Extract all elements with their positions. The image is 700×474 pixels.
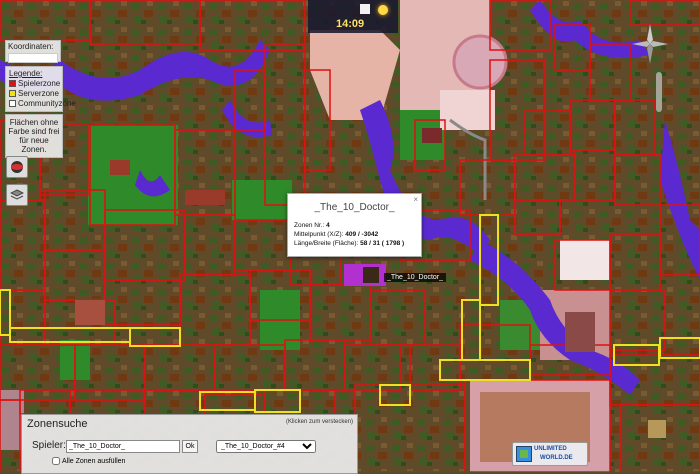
sun-icon bbox=[378, 5, 388, 15]
unlimitedworld-logo[interactable]: UNLIMITED WORLD.DE bbox=[512, 442, 588, 466]
legend-swatch-server-zone bbox=[9, 90, 16, 98]
close-icon[interactable]: × bbox=[413, 195, 418, 204]
zone-center-label: Mittelpunkt (X/Z): bbox=[294, 231, 344, 238]
free-area-hint: Flächen ohne Farbe sind frei für neue Zo… bbox=[5, 114, 63, 158]
legend-swatch-community-zone bbox=[9, 100, 16, 108]
player-marker[interactable]: _The_10_Doctor_ bbox=[344, 264, 447, 286]
player-label: Spieler: bbox=[32, 440, 66, 451]
zone-size-label: Länge/Breite (Fläche): bbox=[294, 240, 359, 247]
legend-label-player-zone: Spielerzone bbox=[18, 79, 61, 88]
coordinates-value bbox=[8, 53, 58, 63]
fill-all-zones-label: Alle Zonen ausfüllen bbox=[62, 457, 126, 465]
legend-item-player-zone: Spielerzone bbox=[9, 79, 61, 89]
zone-number-row: Zonen Nr.: 4 bbox=[294, 221, 415, 230]
logo-text-line2: WORLD.DE bbox=[540, 455, 573, 461]
fill-all-zones-option[interactable]: Alle Zonen ausfüllen bbox=[52, 457, 125, 465]
legend-swatch-player-zone bbox=[9, 80, 16, 88]
zone-size-row: Länge/Breite (Fläche): 58 / 31 ( 1798 ) bbox=[294, 239, 415, 248]
zone-select[interactable]: _The_10_Doctor_#4 bbox=[216, 440, 316, 453]
zone-search-hide-hint[interactable]: (Klicken zum verstecken) bbox=[286, 419, 353, 425]
zone-info-popup: × _The_10_Doctor_ Zonen Nr.: 4 Mittelpun… bbox=[287, 193, 422, 257]
player-marker-name: _The_10_Doctor_ bbox=[384, 273, 447, 282]
legend-item-community-zone: Communityzone bbox=[9, 99, 76, 109]
ok-button[interactable]: Ok bbox=[182, 440, 198, 453]
zoom-slider[interactable] bbox=[656, 72, 662, 112]
zone-overlay-toggle-button[interactable] bbox=[6, 156, 28, 178]
player-head-icon bbox=[363, 267, 379, 283]
zone-owner-name: _The_10_Doctor_ bbox=[314, 202, 395, 213]
legend-panel: Legende: Spielerzone Serverzone Communit… bbox=[5, 66, 76, 112]
fill-all-zones-checkbox[interactable] bbox=[52, 457, 60, 465]
clock-time: 14:09 bbox=[336, 18, 365, 30]
moon-icon bbox=[360, 4, 370, 14]
legend-label-server-zone: Serverzone bbox=[18, 89, 59, 98]
zones-icon bbox=[11, 161, 23, 173]
legend-title: Legende: bbox=[9, 69, 43, 78]
zone-size-value: 58 / 31 ( 1798 ) bbox=[360, 240, 405, 247]
zone-center-row: Mittelpunkt (X/Z): 409 / -3042 bbox=[294, 230, 415, 239]
player-input[interactable] bbox=[66, 440, 180, 453]
zone-number-value: 4 bbox=[326, 222, 330, 229]
coordinates-panel: Koordinaten: bbox=[5, 40, 61, 63]
legend-item-server-zone: Serverzone bbox=[9, 89, 59, 99]
cube-icon bbox=[516, 446, 532, 462]
logo-text-line1: UNLIMITED bbox=[534, 446, 567, 452]
layer-switch-button[interactable] bbox=[6, 184, 28, 206]
legend-label-community-zone: Communityzone bbox=[18, 99, 76, 108]
day-time-panel: 14:09 bbox=[308, 0, 398, 33]
zone-center-value: 409 / -3042 bbox=[345, 231, 379, 238]
coordinates-label: Koordinaten: bbox=[8, 42, 54, 51]
zone-number-label: Zonen Nr.: bbox=[294, 222, 325, 229]
layers-icon bbox=[10, 189, 24, 200]
zone-search-title: Zonensuche bbox=[27, 418, 88, 430]
compass-icon[interactable] bbox=[630, 22, 670, 72]
zone-search-panel: Zonensuche (Klicken zum verstecken) Spie… bbox=[21, 414, 358, 474]
